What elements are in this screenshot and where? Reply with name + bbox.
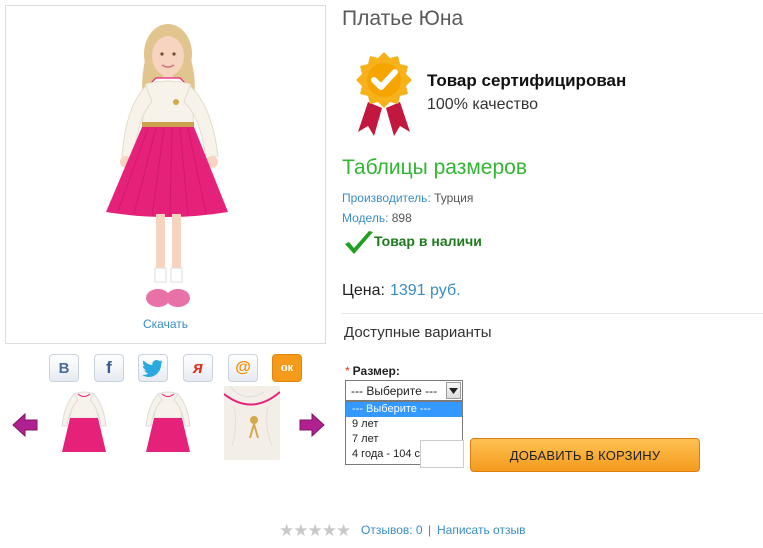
star-icon: ★	[293, 521, 309, 540]
model-value: 898	[388, 211, 412, 225]
download-link[interactable]: Скачать	[5, 317, 326, 331]
twitter-share-icon[interactable]	[138, 354, 168, 382]
certified-title: Товар сертифицирован	[427, 71, 627, 90]
check-icon	[345, 231, 373, 254]
star-icon: ★	[307, 521, 323, 540]
thumbnail-back[interactable]	[140, 386, 196, 460]
size-label-text: Размер:	[352, 364, 400, 378]
dress-back-thumbnail	[145, 391, 191, 452]
manufacturer-row: Производитель: Турция	[342, 191, 473, 205]
add-to-cart-button[interactable]: ДОБАВИТЬ В КОРЗИНУ	[470, 438, 700, 472]
product-main-image[interactable]	[5, 5, 326, 344]
girl-in-dress-illustration	[106, 24, 228, 307]
size-select-value: --- Выберите ---	[351, 384, 438, 398]
twitter-bird-icon	[142, 360, 163, 377]
yaru-glyph: я	[192, 358, 203, 377]
divider	[342, 313, 763, 314]
size-select[interactable]: --- Выберите ---	[345, 380, 463, 401]
thumbnails-prev-arrow-icon[interactable]	[11, 412, 39, 438]
write-review-link[interactable]: Написать отзыв	[437, 523, 525, 537]
odnoklassniki-glyph: ок	[280, 362, 294, 374]
thumbnail-front[interactable]	[56, 386, 112, 460]
certified-subtitle: 100% качество	[427, 96, 539, 113]
dress-front-thumbnail	[61, 391, 107, 452]
size-option[interactable]: --- Выберите ---	[346, 402, 462, 417]
rating-stars: ★ ★ ★ ★ ★	[279, 521, 352, 540]
odnoklassniki-share-icon[interactable]: ок	[272, 354, 302, 382]
facebook-share-icon[interactable]: f	[94, 354, 124, 382]
size-label: * Размер:	[345, 364, 400, 378]
yaru-share-icon[interactable]: я	[183, 354, 213, 382]
thumbnail-detail[interactable]	[223, 385, 281, 460]
variants-heading: Доступные варианты	[344, 324, 492, 341]
mailru-glyph: @	[235, 359, 251, 376]
quantity-input[interactable]	[420, 440, 464, 468]
reviews-separator: |	[428, 523, 432, 537]
reviews-count-link[interactable]: Отзывов: 0	[361, 523, 423, 537]
facebook-glyph: f	[106, 358, 112, 377]
star-icon: ★	[279, 521, 295, 540]
model-row: Модель: 898	[342, 211, 412, 225]
size-option[interactable]: 9 лет	[346, 417, 462, 432]
price-label: Цена:	[342, 282, 385, 299]
model-label: Модель:	[342, 211, 389, 225]
required-mark: *	[345, 364, 350, 378]
dress-detail-thumbnail	[223, 385, 281, 460]
chevron-down-icon[interactable]	[446, 382, 461, 399]
certified-badge-icon	[356, 52, 412, 136]
manufacturer-value: Турция	[430, 191, 474, 205]
page-title: Платье Юна	[342, 7, 464, 30]
vk-share-icon[interactable]: В	[49, 354, 79, 382]
star-icon: ★	[336, 521, 352, 540]
mailru-share-icon[interactable]: @	[228, 354, 258, 382]
vk-glyph: В	[58, 359, 70, 377]
star-icon: ★	[321, 521, 337, 540]
size-table-link[interactable]: Таблицы размеров	[342, 156, 527, 180]
stock-status: Товар в наличи	[374, 233, 482, 249]
manufacturer-label[interactable]: Производитель:	[342, 191, 431, 205]
price-value: 1391 руб.	[390, 282, 461, 299]
thumbnails-next-arrow-icon[interactable]	[298, 412, 326, 438]
